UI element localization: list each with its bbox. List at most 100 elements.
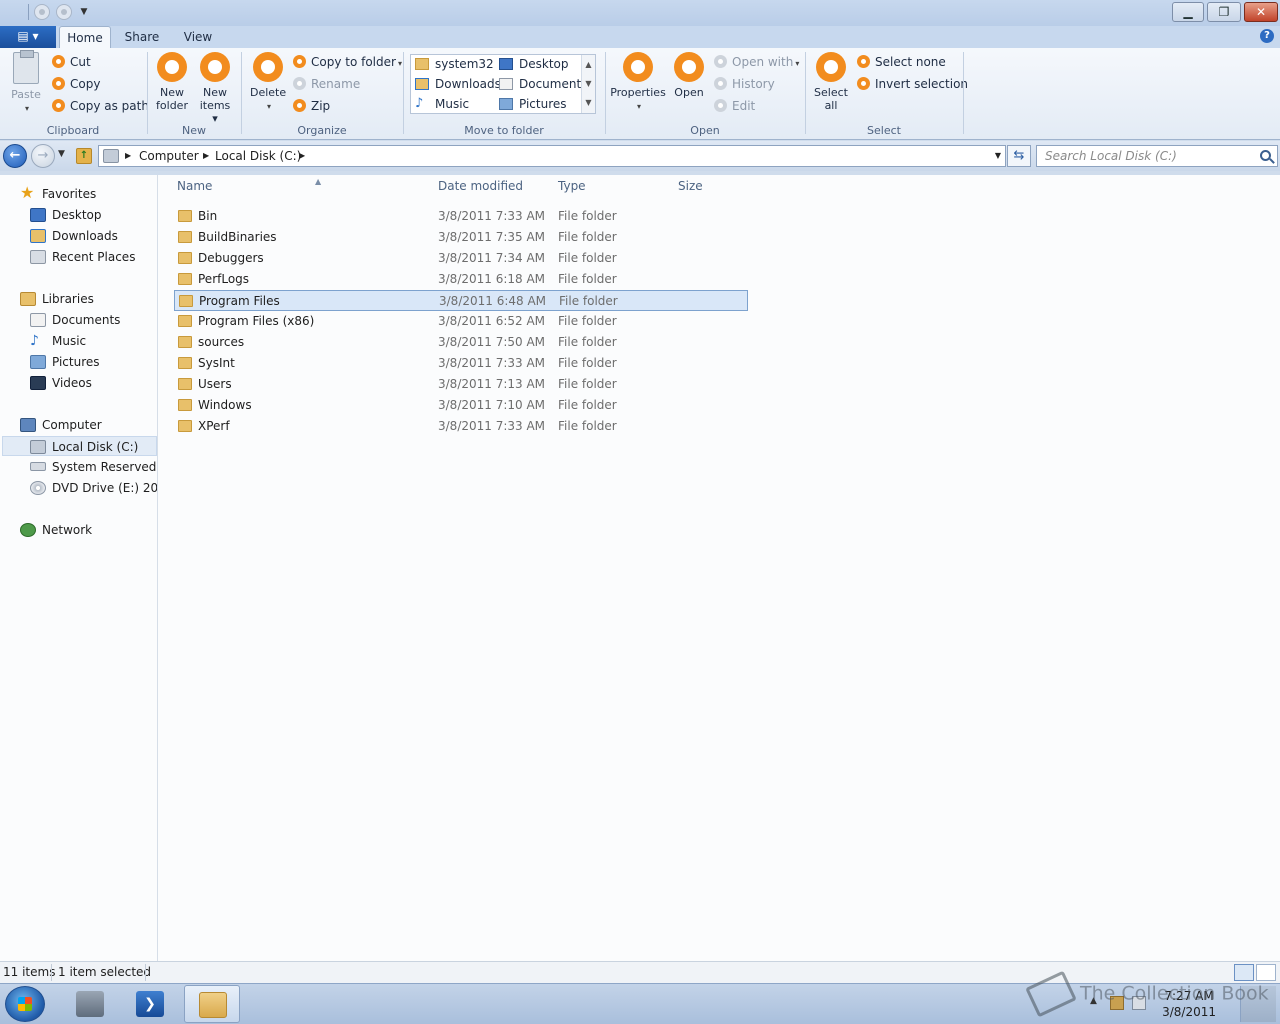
- zip-button[interactable]: Zip: [293, 97, 330, 115]
- sidebar-item-documents[interactable]: Documents: [30, 310, 120, 330]
- refresh-button[interactable]: ⇆: [1007, 145, 1031, 167]
- gallery-label: Pictures: [519, 97, 567, 111]
- sidebar-item-pictures[interactable]: Pictures: [30, 352, 100, 372]
- breadcrumb-chevron-icon[interactable]: ▶: [299, 146, 305, 166]
- recent-locations-dropdown-icon[interactable]: ▼: [58, 149, 65, 159]
- table-row[interactable]: Program Files (x86) 3/8/2011 6:52 AM File …: [174, 311, 748, 332]
- gallery-scroll[interactable]: ▲ ▼ ▼: [581, 55, 595, 113]
- table-row[interactable]: Debuggers 3/8/2011 7:34 AM File folder: [174, 248, 748, 269]
- table-row[interactable]: XPerf 3/8/2011 7:33 AM File folder: [174, 416, 748, 437]
- tab-home[interactable]: Home: [59, 26, 111, 48]
- qat-customize-dropdown-icon[interactable]: ▼: [78, 4, 90, 20]
- network-status-icon[interactable]: [1132, 996, 1146, 1010]
- table-row-selected[interactable]: Program Files 3/8/2011 6:48 AM File folder: [174, 290, 748, 311]
- sidebar-label: DVD Drive (E:) 20130: [52, 481, 158, 495]
- taskbar-explorer[interactable]: [184, 985, 240, 1023]
- sidebar-item-desktop[interactable]: Desktop: [30, 205, 102, 225]
- paste-button[interactable]: Paste ▾: [8, 50, 44, 115]
- taskbar-powershell[interactable]: ❯: [122, 985, 178, 1023]
- open-button[interactable]: Open: [672, 52, 706, 99]
- taskbar-clock[interactable]: 7:27 AM 3/8/2011: [1162, 988, 1216, 1020]
- column-header-date-modified[interactable]: Date modified: [438, 179, 523, 193]
- move-to-downloads[interactable]: Downloads: [415, 75, 501, 93]
- sidebar-item-music[interactable]: ♪ Music: [30, 331, 86, 351]
- gallery-scroll-down-icon[interactable]: ▼: [582, 74, 595, 93]
- rename-button[interactable]: Rename: [293, 75, 360, 93]
- table-row[interactable]: PerfLogs 3/8/2011 6:18 AM File folder: [174, 269, 748, 290]
- qat-new-folder-icon[interactable]: [56, 4, 72, 20]
- search-icon[interactable]: [1260, 150, 1271, 161]
- tab-share[interactable]: Share: [120, 26, 164, 48]
- move-to-system32[interactable]: system32: [415, 55, 494, 73]
- move-to-music[interactable]: ♪ Music: [415, 95, 469, 113]
- copy-to-folder-button[interactable]: Copy to folder ▾: [293, 53, 402, 71]
- table-row[interactable]: Bin 3/8/2011 7:33 AM File folder: [174, 206, 748, 227]
- minimize-button[interactable]: ▁: [1172, 2, 1204, 22]
- breadcrumb-computer[interactable]: Computer: [139, 146, 199, 166]
- computer-icon: [103, 149, 119, 163]
- show-hidden-icons-icon[interactable]: ▲: [1090, 996, 1104, 1010]
- column-header-size[interactable]: Size: [678, 179, 703, 193]
- history-button[interactable]: History: [714, 75, 775, 93]
- show-desktop-button[interactable]: [1240, 986, 1276, 1022]
- table-row[interactable]: sources 3/8/2011 7:50 AM File folder: [174, 332, 748, 353]
- sidebar-item-favorites[interactable]: ★ Favorites: [20, 183, 96, 204]
- sidebar-item-recent-places[interactable]: Recent Places: [30, 247, 135, 267]
- up-folder-icon[interactable]: ↑: [76, 148, 92, 164]
- sidebar-item-dvd-drive[interactable]: DVD Drive (E:) 20130: [30, 478, 158, 498]
- sidebar-item-libraries[interactable]: Libraries: [20, 289, 94, 309]
- sidebar-item-videos[interactable]: Videos: [30, 373, 92, 393]
- select-all-button[interactable]: Select all: [812, 52, 850, 112]
- sidebar-item-system-reserved[interactable]: System Reserved (D:: [30, 457, 157, 477]
- table-row[interactable]: SysInt 3/8/2011 7:33 AM File folder: [174, 353, 748, 374]
- file-date: 3/8/2011 7:10 AM: [438, 398, 546, 412]
- qat-properties-icon[interactable]: [34, 4, 50, 20]
- edit-button[interactable]: Edit: [714, 97, 755, 115]
- move-to-desktop[interactable]: Desktop: [499, 55, 569, 73]
- table-row[interactable]: Users 3/8/2011 7:13 AM File folder: [174, 374, 748, 395]
- details-view-icon[interactable]: [1234, 964, 1254, 981]
- table-row[interactable]: Windows 3/8/2011 7:10 AM File folder: [174, 395, 748, 416]
- help-icon[interactable]: ?: [1260, 29, 1274, 43]
- large-icons-view-icon[interactable]: [1256, 964, 1276, 981]
- address-bar[interactable]: ▶ Computer ▶ Local Disk (C:) ▶ ▼: [98, 145, 1006, 167]
- action-center-icon[interactable]: [1110, 996, 1124, 1010]
- close-button[interactable]: ✕: [1244, 2, 1278, 22]
- sidebar-item-local-disk[interactable]: Local Disk (C:): [2, 436, 157, 456]
- gallery-expand-icon[interactable]: ▼: [582, 93, 595, 112]
- forward-button[interactable]: →: [31, 144, 55, 168]
- file-name: PerfLogs: [198, 272, 250, 286]
- properties-button[interactable]: Properties ▾: [610, 52, 666, 113]
- sidebar-item-computer[interactable]: Computer: [20, 415, 102, 435]
- sidebar-item-network[interactable]: Network: [20, 520, 92, 540]
- move-to-documents[interactable]: Documents: [499, 75, 587, 93]
- taskbar-server-manager[interactable]: [62, 985, 118, 1023]
- move-to-pictures[interactable]: Pictures: [499, 95, 567, 113]
- maximize-button[interactable]: ❐: [1207, 2, 1241, 22]
- delete-dropdown-icon: ▾: [266, 102, 271, 111]
- sidebar-item-downloads[interactable]: Downloads: [30, 226, 118, 246]
- address-history-dropdown-icon[interactable]: ▼: [995, 146, 1001, 166]
- column-header-type[interactable]: Type: [558, 179, 586, 193]
- new-folder-button[interactable]: New folder: [154, 52, 190, 112]
- back-button[interactable]: ←: [3, 144, 27, 168]
- breadcrumb-local-disk[interactable]: Local Disk (C:): [215, 146, 301, 166]
- file-menu-button[interactable]: ▤ ▾: [0, 26, 56, 48]
- invert-selection-button[interactable]: Invert selection: [857, 75, 968, 93]
- tab-view[interactable]: View: [178, 26, 218, 48]
- table-row[interactable]: BuildBinaries 3/8/2011 7:35 AM File folder: [174, 227, 748, 248]
- select-none-button[interactable]: Select none: [857, 53, 946, 71]
- copy-button[interactable]: Copy: [52, 75, 100, 93]
- copy-as-path-button[interactable]: Copy as path: [52, 97, 149, 115]
- new-items-button[interactable]: New items ▾: [196, 52, 234, 125]
- start-button[interactable]: [5, 986, 45, 1022]
- column-header-name[interactable]: Name ▲: [177, 177, 321, 193]
- open-with-button[interactable]: Open with ▾: [714, 53, 799, 71]
- cut-button[interactable]: Cut: [52, 53, 91, 71]
- breadcrumb-chevron-icon[interactable]: ▶: [125, 146, 131, 166]
- delete-button[interactable]: Delete ▾: [250, 52, 286, 113]
- breadcrumb-chevron-icon[interactable]: ▶: [203, 146, 209, 166]
- explorer-icon: [199, 992, 227, 1018]
- gallery-scroll-up-icon[interactable]: ▲: [582, 55, 595, 74]
- search-input[interactable]: Search Local Disk (C:): [1036, 145, 1278, 167]
